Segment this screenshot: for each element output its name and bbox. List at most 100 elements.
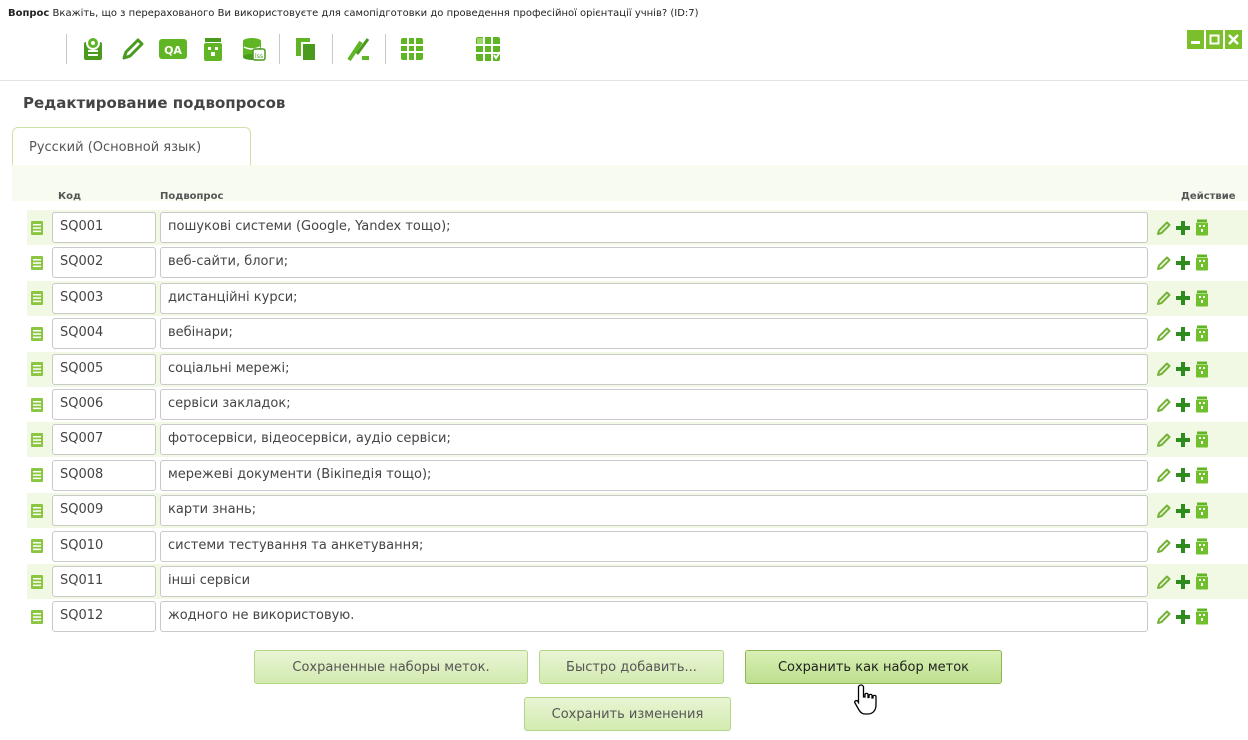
edit-pencil-icon[interactable] <box>1156 325 1172 343</box>
save-changes-button[interactable]: Сохранить изменения <box>524 697 731 731</box>
subquestion-code-input[interactable]: SQ002 <box>52 247 156 279</box>
subquestion-text-input[interactable]: веб-сайти, блоги; <box>160 247 1148 279</box>
row-actions <box>1156 431 1210 449</box>
table-row: SQ001 пошукові системи (Google, Yandex то… <box>27 210 1248 245</box>
subquestion-code-input[interactable]: SQ012 <box>52 601 156 633</box>
tab-language-ru[interactable]: Русский (Основной язык) <box>12 127 251 166</box>
subquestion-text-input[interactable]: дистанційні курси; <box>160 282 1148 314</box>
add-plus-icon[interactable] <box>1175 502 1191 520</box>
subquestions-grid-icon[interactable] <box>468 29 508 69</box>
add-plus-icon[interactable] <box>1175 537 1191 555</box>
delete-trash-icon[interactable] <box>1194 466 1210 484</box>
drag-handle-icon[interactable] <box>31 503 43 518</box>
subquestion-code-input[interactable]: SQ005 <box>52 353 156 385</box>
subquestion-code-input[interactable]: SQ004 <box>52 318 156 350</box>
subquestion-code-input[interactable]: SQ010 <box>52 530 156 562</box>
subquestion-text-input[interactable]: карти знань; <box>160 495 1148 527</box>
drag-handle-icon[interactable] <box>31 326 43 341</box>
drag-handle-icon[interactable] <box>31 397 43 412</box>
edit-pencil-icon[interactable] <box>1156 289 1172 307</box>
add-plus-icon[interactable] <box>1175 466 1191 484</box>
subquestion-text-input[interactable]: інші сервіси <box>160 566 1148 597</box>
edit-pencil-icon[interactable] <box>1156 396 1172 414</box>
subquestion-text-input[interactable]: вебінари; <box>160 318 1148 350</box>
delete-trash-icon[interactable] <box>1194 219 1210 237</box>
edit-pencil-icon[interactable] <box>1156 219 1172 237</box>
table-row: SQ009 карти знань; <box>27 493 1248 529</box>
row-actions <box>1156 466 1210 484</box>
subquestion-text-input[interactable]: соціальні мережі; <box>160 353 1148 385</box>
quick-add-button[interactable]: Быстро добавить... <box>539 650 724 684</box>
edit-pencil-icon[interactable] <box>1156 502 1172 520</box>
delete-question-icon[interactable] <box>193 29 233 69</box>
copy-icon[interactable] <box>286 29 326 69</box>
question-prefix: Вопрос <box>8 8 50 19</box>
delete-trash-icon[interactable] <box>1194 431 1210 449</box>
edit-pencil-icon[interactable] <box>1156 573 1172 591</box>
question-settings-icon[interactable] <box>73 29 113 69</box>
delete-trash-icon[interactable] <box>1194 573 1210 591</box>
drag-handle-icon[interactable] <box>31 539 43 554</box>
delete-trash-icon[interactable] <box>1194 325 1210 343</box>
close-icon[interactable] <box>1225 30 1242 49</box>
add-plus-icon[interactable] <box>1175 289 1191 307</box>
svg-text:QA: QA <box>164 44 182 57</box>
drag-handle-icon[interactable] <box>31 609 43 624</box>
subquestion-text-input[interactable]: мережеві документи (Вікіпедія тощо); <box>160 459 1148 491</box>
subquestion-text-input[interactable]: жодного не використовую. <box>160 601 1148 633</box>
subquestion-code-input[interactable]: SQ003 <box>52 282 156 314</box>
answers-grid-icon[interactable] <box>392 29 432 69</box>
edit-pencil-icon[interactable] <box>1156 431 1172 449</box>
add-plus-icon[interactable] <box>1175 360 1191 378</box>
subquestion-code-input[interactable]: SQ006 <box>52 389 156 420</box>
conditions-icon[interactable] <box>339 29 379 69</box>
maximize-icon[interactable] <box>1206 30 1223 49</box>
subquestion-code-input[interactable]: SQ001 <box>52 212 156 243</box>
delete-trash-icon[interactable] <box>1194 502 1210 520</box>
delete-trash-icon[interactable] <box>1194 254 1210 272</box>
drag-handle-icon[interactable] <box>31 291 43 306</box>
row-actions <box>1156 537 1210 555</box>
add-plus-icon[interactable] <box>1175 396 1191 414</box>
drag-handle-icon[interactable] <box>31 468 43 483</box>
add-plus-icon[interactable] <box>1175 573 1191 591</box>
edit-pencil-icon[interactable] <box>113 29 153 69</box>
row-actions <box>1156 360 1210 378</box>
delete-trash-icon[interactable] <box>1194 537 1210 555</box>
subquestion-text-input[interactable]: пошукові системи (Google, Yandex тощо); <box>160 212 1148 243</box>
subquestion-code-input[interactable]: SQ009 <box>52 495 156 527</box>
delete-trash-icon[interactable] <box>1194 608 1210 626</box>
saved-label-sets-button[interactable]: Сохраненные наборы меток. <box>254 650 528 684</box>
subquestion-text-input[interactable]: системи тестування та анкетування; <box>160 530 1148 562</box>
subquestion-text-input[interactable]: сервіси закладок; <box>160 389 1148 420</box>
edit-pencil-icon[interactable] <box>1156 254 1172 272</box>
drag-handle-icon[interactable] <box>31 574 43 589</box>
edit-pencil-icon[interactable] <box>1156 360 1172 378</box>
edit-pencil-icon[interactable] <box>1156 537 1172 555</box>
subquestion-text-input[interactable]: фотосервіси, відеосервіси, аудіо сервіси… <box>160 424 1148 456</box>
subquestion-code-input[interactable]: SQ008 <box>52 459 156 491</box>
add-plus-icon[interactable] <box>1175 219 1191 237</box>
drag-handle-icon[interactable] <box>31 432 43 447</box>
minimize-icon[interactable] <box>1187 30 1204 49</box>
drag-handle-icon[interactable] <box>31 255 43 270</box>
drag-handle-icon[interactable] <box>31 362 43 377</box>
export-db-icon[interactable]: lss <box>233 29 273 69</box>
table-row: SQ012 жодного не використовую. <box>27 599 1248 634</box>
toolbar-divider <box>0 80 1248 81</box>
column-header-code: Код <box>58 191 82 202</box>
save-as-label-set-button[interactable]: Сохранить как набор меток <box>745 650 1002 684</box>
delete-trash-icon[interactable] <box>1194 289 1210 307</box>
add-plus-icon[interactable] <box>1175 608 1191 626</box>
delete-trash-icon[interactable] <box>1194 396 1210 414</box>
subquestion-code-input[interactable]: SQ011 <box>52 566 156 597</box>
add-plus-icon[interactable] <box>1175 431 1191 449</box>
subquestion-code-input[interactable]: SQ007 <box>52 424 156 456</box>
delete-trash-icon[interactable] <box>1194 360 1210 378</box>
add-plus-icon[interactable] <box>1175 254 1191 272</box>
qa-icon[interactable]: QA <box>153 29 193 69</box>
edit-pencil-icon[interactable] <box>1156 608 1172 626</box>
add-plus-icon[interactable] <box>1175 325 1191 343</box>
edit-pencil-icon[interactable] <box>1156 466 1172 484</box>
drag-handle-icon[interactable] <box>31 220 43 235</box>
